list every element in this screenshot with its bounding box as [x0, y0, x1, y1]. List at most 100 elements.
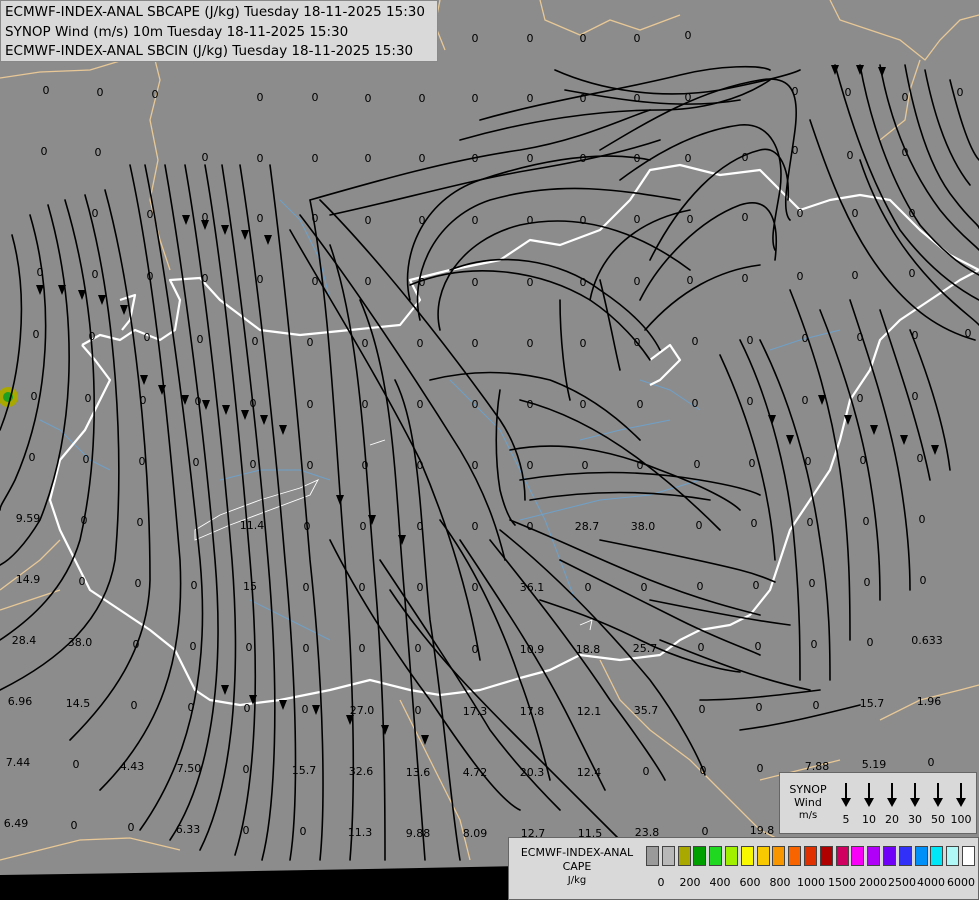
cape-value-label: 0: [202, 211, 209, 224]
cape-value-label: 0: [147, 270, 154, 283]
wind-legend-title-3: m/s: [798, 810, 818, 821]
cape-value-label: 32.6: [349, 765, 374, 778]
cape-value-label: 0: [417, 459, 424, 472]
cape-value-label: 0: [643, 765, 650, 778]
cape-value-label: 0: [472, 520, 479, 533]
cape-value-label: 28.7: [575, 520, 600, 533]
cape-value-label: 0: [73, 758, 80, 771]
cape-color-swatch: [646, 846, 659, 866]
cape-value-label: 0: [243, 824, 250, 837]
cape-value-label: 0: [144, 331, 151, 344]
cape-value-label: 0: [140, 394, 147, 407]
cape-scale-label: 1000: [797, 876, 825, 889]
cape-value-label: 14.5: [66, 697, 91, 710]
cape-value-label: 0: [805, 455, 812, 468]
wind-legend-label: 20: [885, 813, 899, 826]
cape-value-label: 0: [243, 763, 250, 776]
cape-value-label: 0: [252, 335, 259, 348]
cape-value-label: 0: [641, 581, 648, 594]
cape-value-label: 0: [867, 636, 874, 649]
cape-value-label: 0: [133, 638, 140, 651]
cape-value-label: 0: [527, 276, 534, 289]
cape-value-label: 0: [845, 86, 852, 99]
cape-value-label: 0: [307, 336, 314, 349]
cape-value-label: 38.0: [68, 636, 93, 649]
cape-value-label: 0: [257, 212, 264, 225]
cape-value-label: 0: [472, 643, 479, 656]
cape-value-label: 6.33: [176, 823, 201, 836]
cape-value-label: 0: [152, 88, 159, 101]
cape-value-label: 0: [813, 699, 820, 712]
cape-value-label: 0: [137, 516, 144, 529]
cape-value-label: 0: [527, 459, 534, 472]
cape-color-swatch: [898, 846, 912, 866]
cape-value-label: 0: [472, 92, 479, 105]
cape-value-label: 17.8: [520, 705, 545, 718]
cape-value-label: 0: [472, 581, 479, 594]
cape-value-label: 0: [580, 276, 587, 289]
cape-value-label: 9.59: [16, 512, 41, 525]
cape-value-label: 0: [139, 455, 146, 468]
cape-value-label: 0: [917, 452, 924, 465]
cape-legend-title-1: ECMWF-INDEX-ANAL: [520, 846, 634, 859]
cape-value-label: 0: [742, 272, 749, 285]
cape-value-label: 0: [685, 91, 692, 104]
cape-value-label: 0: [417, 581, 424, 594]
cape-value-label: 0: [634, 32, 641, 45]
cape-value-label: 1.96: [917, 695, 942, 708]
cape-value-label: 0: [359, 642, 366, 655]
cape-value-label: 0: [811, 638, 818, 651]
cape-color-swatch: [693, 846, 707, 866]
cape-value-label: 0: [751, 517, 758, 530]
cape-value-label: 0: [29, 451, 36, 464]
cape-value-label: 0: [637, 459, 644, 472]
cape-value-label: 0: [634, 213, 641, 226]
title-box: ECMWF-INDEX-ANAL SBCAPE (J/kg) Tuesday 1…: [0, 0, 438, 62]
cape-scale-label: 6000: [947, 876, 975, 889]
cape-value-label: 0: [312, 152, 319, 165]
cape-value-label: 0: [742, 151, 749, 164]
cape-value-label: 0: [257, 152, 264, 165]
cape-value-label: 19.8: [750, 824, 775, 837]
cape-value-label: 0: [694, 458, 701, 471]
cape-value-label: 0: [417, 337, 424, 350]
cape-value-label: 0: [912, 390, 919, 403]
cape-value-label: 6.96: [8, 695, 33, 708]
cape-color-swatch: [756, 846, 770, 866]
cape-value-label: 0: [188, 701, 195, 714]
cape-value-label: 0: [637, 398, 644, 411]
wind-legend-label: 100: [950, 813, 972, 826]
cape-value-label: 0: [79, 575, 86, 588]
wind-legend-label: 50: [931, 813, 945, 826]
cape-value-label: 0: [41, 145, 48, 158]
cape-value-label: 0: [692, 335, 699, 348]
cape-value-label: 0: [365, 152, 372, 165]
cape-legend-title: ECMWF-INDEX-ANAL CAPE J/kg: [513, 846, 641, 888]
cape-legend-title-3: J/kg: [567, 875, 587, 886]
cape-value-label: 0: [362, 337, 369, 350]
cape-value-label: 12.4: [577, 766, 602, 779]
cape-value-label: 0: [419, 152, 426, 165]
cape-value-label: 27.0: [350, 704, 375, 717]
cape-value-label: 11.3: [348, 826, 373, 839]
cape-value-label: 11.4: [240, 519, 265, 532]
cape-scale-label: 600: [739, 876, 761, 889]
cape-value-label: 0: [312, 91, 319, 104]
wind-arrow-icon: [841, 783, 851, 807]
cape-value-label: 14.9: [16, 573, 41, 586]
cape-value-label: 0: [303, 581, 310, 594]
cape-value-label: 0: [634, 275, 641, 288]
cape-value-label: 0: [797, 207, 804, 220]
cape-value-label: 0: [33, 328, 40, 341]
cape-color-swatch: [962, 846, 975, 866]
cape-value-label: 0: [527, 337, 534, 350]
cape-value-label: 0: [580, 32, 587, 45]
cape-value-label: 15.7: [292, 764, 317, 777]
cape-value-label: 0: [244, 702, 251, 715]
cape-color-swatch: [946, 846, 960, 866]
cape-value-label: 0: [809, 577, 816, 590]
cape-value-label: 9.88: [406, 827, 431, 840]
cape-value-label: 0: [419, 214, 426, 227]
cape-color-swatch: [819, 846, 833, 866]
cape-value-label: 0: [755, 640, 762, 653]
